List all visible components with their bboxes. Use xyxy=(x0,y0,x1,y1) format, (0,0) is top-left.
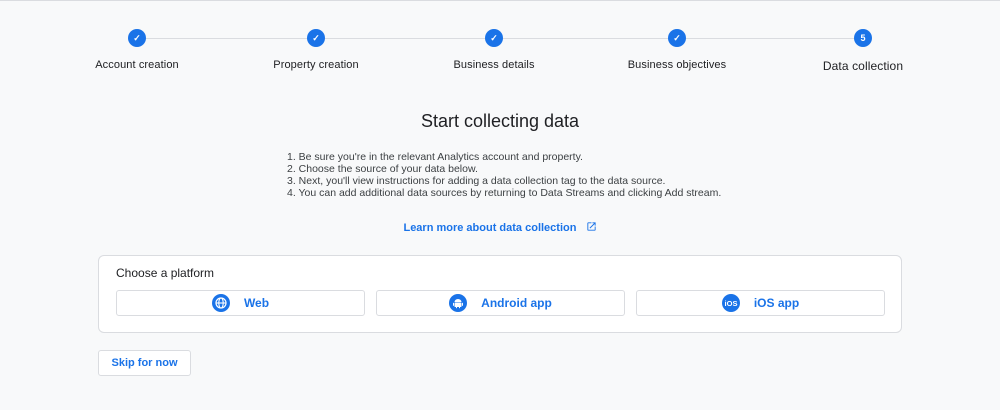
step-label: Business details xyxy=(453,59,535,71)
skip-for-now-button[interactable]: Skip for now xyxy=(98,350,191,376)
instruction-item: 2. Choose the source of your data below. xyxy=(287,163,478,175)
step-complete-check-icon: ✓ xyxy=(668,29,686,47)
instruction-item: 1. Be sure you're in the relevant Analyt… xyxy=(287,151,583,163)
step-label: Business objectives xyxy=(627,59,727,71)
step-complete-check-icon: ✓ xyxy=(307,29,325,47)
step-label: Data collection xyxy=(822,59,904,73)
android-platform-button[interactable]: Android app xyxy=(376,290,625,316)
page: ✓ Account creation ✓ Property creation ✓… xyxy=(0,0,1000,410)
svg-text:iOS: iOS xyxy=(724,299,737,308)
step-label: Property creation xyxy=(273,59,359,71)
card-title: Choose a platform xyxy=(116,266,215,280)
platform-card: Choose a platform Web Android app iOS iO… xyxy=(98,255,902,333)
step-property-creation: ✓ Property creation xyxy=(226,29,406,71)
ios-platform-button[interactable]: iOS iOS app xyxy=(636,290,885,316)
setup-stepper: ✓ Account creation ✓ Property creation ✓… xyxy=(0,1,1000,81)
learn-more-label: Learn more about data collection xyxy=(403,221,577,234)
instructions-list: 1. Be sure you're in the relevant Analyt… xyxy=(287,151,721,199)
ios-platform-label: iOS app xyxy=(753,296,800,310)
step-business-objectives: ✓ Business objectives xyxy=(587,29,767,71)
android-icon xyxy=(449,294,468,312)
step-number-badge: 5 xyxy=(854,29,872,47)
web-platform-button[interactable]: Web xyxy=(116,290,365,316)
instruction-item: 3. Next, you'll view instructions for ad… xyxy=(287,175,666,187)
step-complete-check-icon: ✓ xyxy=(485,29,503,47)
web-platform-label: Web xyxy=(243,296,270,310)
step-account-creation: ✓ Account creation xyxy=(47,29,227,71)
globe-icon xyxy=(211,294,230,312)
android-platform-label: Android app xyxy=(481,296,552,310)
instruction-item: 4. You can add additional data sources b… xyxy=(287,187,722,199)
step-data-collection: 5 Data collection xyxy=(773,29,953,73)
page-title: Start collecting data xyxy=(420,111,580,131)
ios-icon: iOS xyxy=(721,294,740,312)
step-business-details: ✓ Business details xyxy=(404,29,584,71)
step-label: Account creation xyxy=(95,59,179,71)
learn-more-link[interactable]: Learn more about data collection xyxy=(0,221,1000,235)
step-complete-check-icon: ✓ xyxy=(128,29,146,47)
open-in-new-icon xyxy=(586,221,597,235)
